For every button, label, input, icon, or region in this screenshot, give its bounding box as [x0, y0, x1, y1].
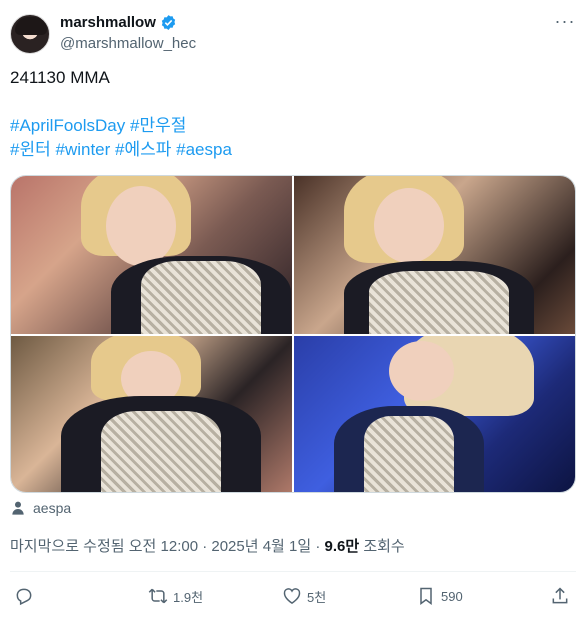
tweet-line-1: 241130 MMA: [10, 68, 110, 87]
tweet-text: 241130 MMA #AprilFoolsDay #만우절 #윈터 #wint…: [10, 66, 576, 162]
reply-button[interactable]: [14, 584, 39, 608]
like-button[interactable]: 5천: [282, 584, 326, 608]
divider: [10, 571, 576, 572]
retweet-button[interactable]: 1.9천: [148, 584, 203, 608]
hashtag-link[interactable]: #AprilFoolsDay: [10, 116, 125, 135]
media-grid: [10, 175, 576, 493]
heart-icon: [283, 588, 301, 604]
tweet-hashtag-line-1: #AprilFoolsDay #만우절: [10, 114, 576, 138]
views-label: 조회수: [359, 538, 405, 555]
display-name[interactable]: marshmallow: [60, 14, 156, 31]
hashtag-link[interactable]: #에스파: [115, 140, 171, 159]
retweet-icon: [148, 588, 168, 604]
hashtag-link[interactable]: #winter: [55, 140, 110, 159]
edited-timestamp[interactable]: 마지막으로 수정됨 오전 12:00 · 2025년 4월 1일 ·: [10, 538, 325, 555]
handle[interactable]: @marshmallow_hec: [60, 35, 196, 52]
share-icon: [552, 587, 568, 604]
retweet-count: 1.9천: [173, 589, 204, 605]
photo-1[interactable]: [11, 176, 292, 334]
tweet-meta: 마지막으로 수정됨 오전 12:00 · 2025년 4월 1일 · 9.6만 …: [10, 535, 405, 556]
bookmark-button[interactable]: 590: [416, 584, 463, 608]
hashtag-link[interactable]: #aespa: [176, 140, 232, 159]
tagged-user[interactable]: aespa: [10, 498, 71, 518]
tweet-hashtag-line-2: #윈터 #winter #에스파 #aespa: [10, 138, 576, 162]
photo-4[interactable]: [294, 336, 575, 492]
photo-3[interactable]: [11, 336, 292, 492]
display-name-row: marshmallow: [60, 14, 177, 31]
avatar[interactable]: [10, 14, 50, 54]
views-count: 9.6만: [324, 538, 360, 555]
person-icon: [12, 501, 24, 515]
hashtag-link[interactable]: #만우절: [130, 116, 186, 135]
tagged-user-label: aespa: [33, 500, 72, 516]
bookmark-icon: [420, 587, 432, 605]
photo-2[interactable]: [294, 176, 575, 334]
more-options-icon[interactable]: ···: [554, 12, 576, 36]
reply-icon: [16, 588, 32, 606]
share-button[interactable]: [550, 584, 570, 608]
verified-badge-icon: [161, 15, 176, 30]
hashtag-link[interactable]: #윈터: [10, 140, 51, 159]
like-count: 5천: [307, 589, 327, 605]
bookmark-count: 590: [441, 588, 463, 604]
action-bar: 1.9천 5천 590: [10, 584, 576, 608]
tweet-header: marshmallow @marshmallow_hec ···: [10, 12, 576, 56]
